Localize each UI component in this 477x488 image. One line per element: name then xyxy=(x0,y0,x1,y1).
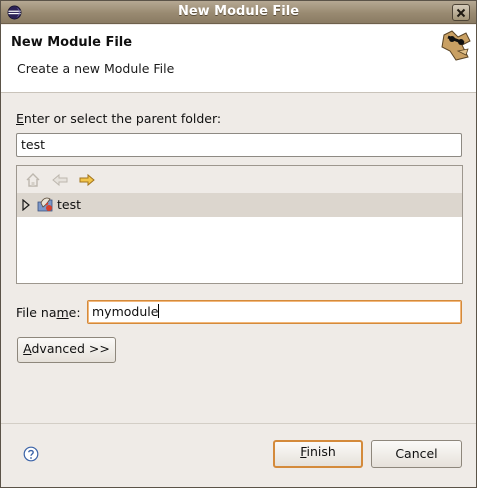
wizard-banner-icon xyxy=(441,30,471,61)
folder-tree-panel[interactable]: test xyxy=(16,165,463,284)
wizard-header: New Module File Create a new Module File xyxy=(1,25,476,93)
file-name-label: File name: xyxy=(16,305,81,320)
file-name-input[interactable]: mymodule xyxy=(87,300,462,324)
file-name-value: mymodule xyxy=(92,304,159,319)
footer-separator xyxy=(1,423,476,424)
window-title: New Module File xyxy=(177,4,300,19)
tree-item-label: test xyxy=(57,197,82,212)
finish-button[interactable]: Finish xyxy=(273,440,363,468)
wizard-title: New Module File xyxy=(11,35,133,50)
tree-item-test[interactable]: test xyxy=(17,193,462,217)
back-icon[interactable] xyxy=(51,171,69,189)
wizard-description: Create a new Module File xyxy=(17,61,175,76)
home-icon[interactable] xyxy=(24,171,42,189)
help-icon[interactable] xyxy=(23,446,39,462)
new-module-file-dialog: New Module File New Module File Create a… xyxy=(0,0,477,488)
cancel-button[interactable]: Cancel xyxy=(371,440,462,468)
parent-folder-label: Enter or select the parent folder: xyxy=(16,111,222,126)
expand-arrow-icon[interactable] xyxy=(21,199,31,211)
project-icon xyxy=(37,197,53,212)
parent-folder-value: test xyxy=(21,137,46,152)
forward-icon[interactable] xyxy=(78,171,96,189)
tree-toolbar xyxy=(17,166,462,193)
title-bar[interactable]: New Module File xyxy=(1,1,476,24)
advanced-button[interactable]: Advanced >> xyxy=(17,337,116,363)
text-caret xyxy=(158,304,160,318)
close-icon xyxy=(456,8,466,17)
parent-folder-input[interactable]: test xyxy=(16,133,462,157)
close-button[interactable] xyxy=(452,4,470,21)
